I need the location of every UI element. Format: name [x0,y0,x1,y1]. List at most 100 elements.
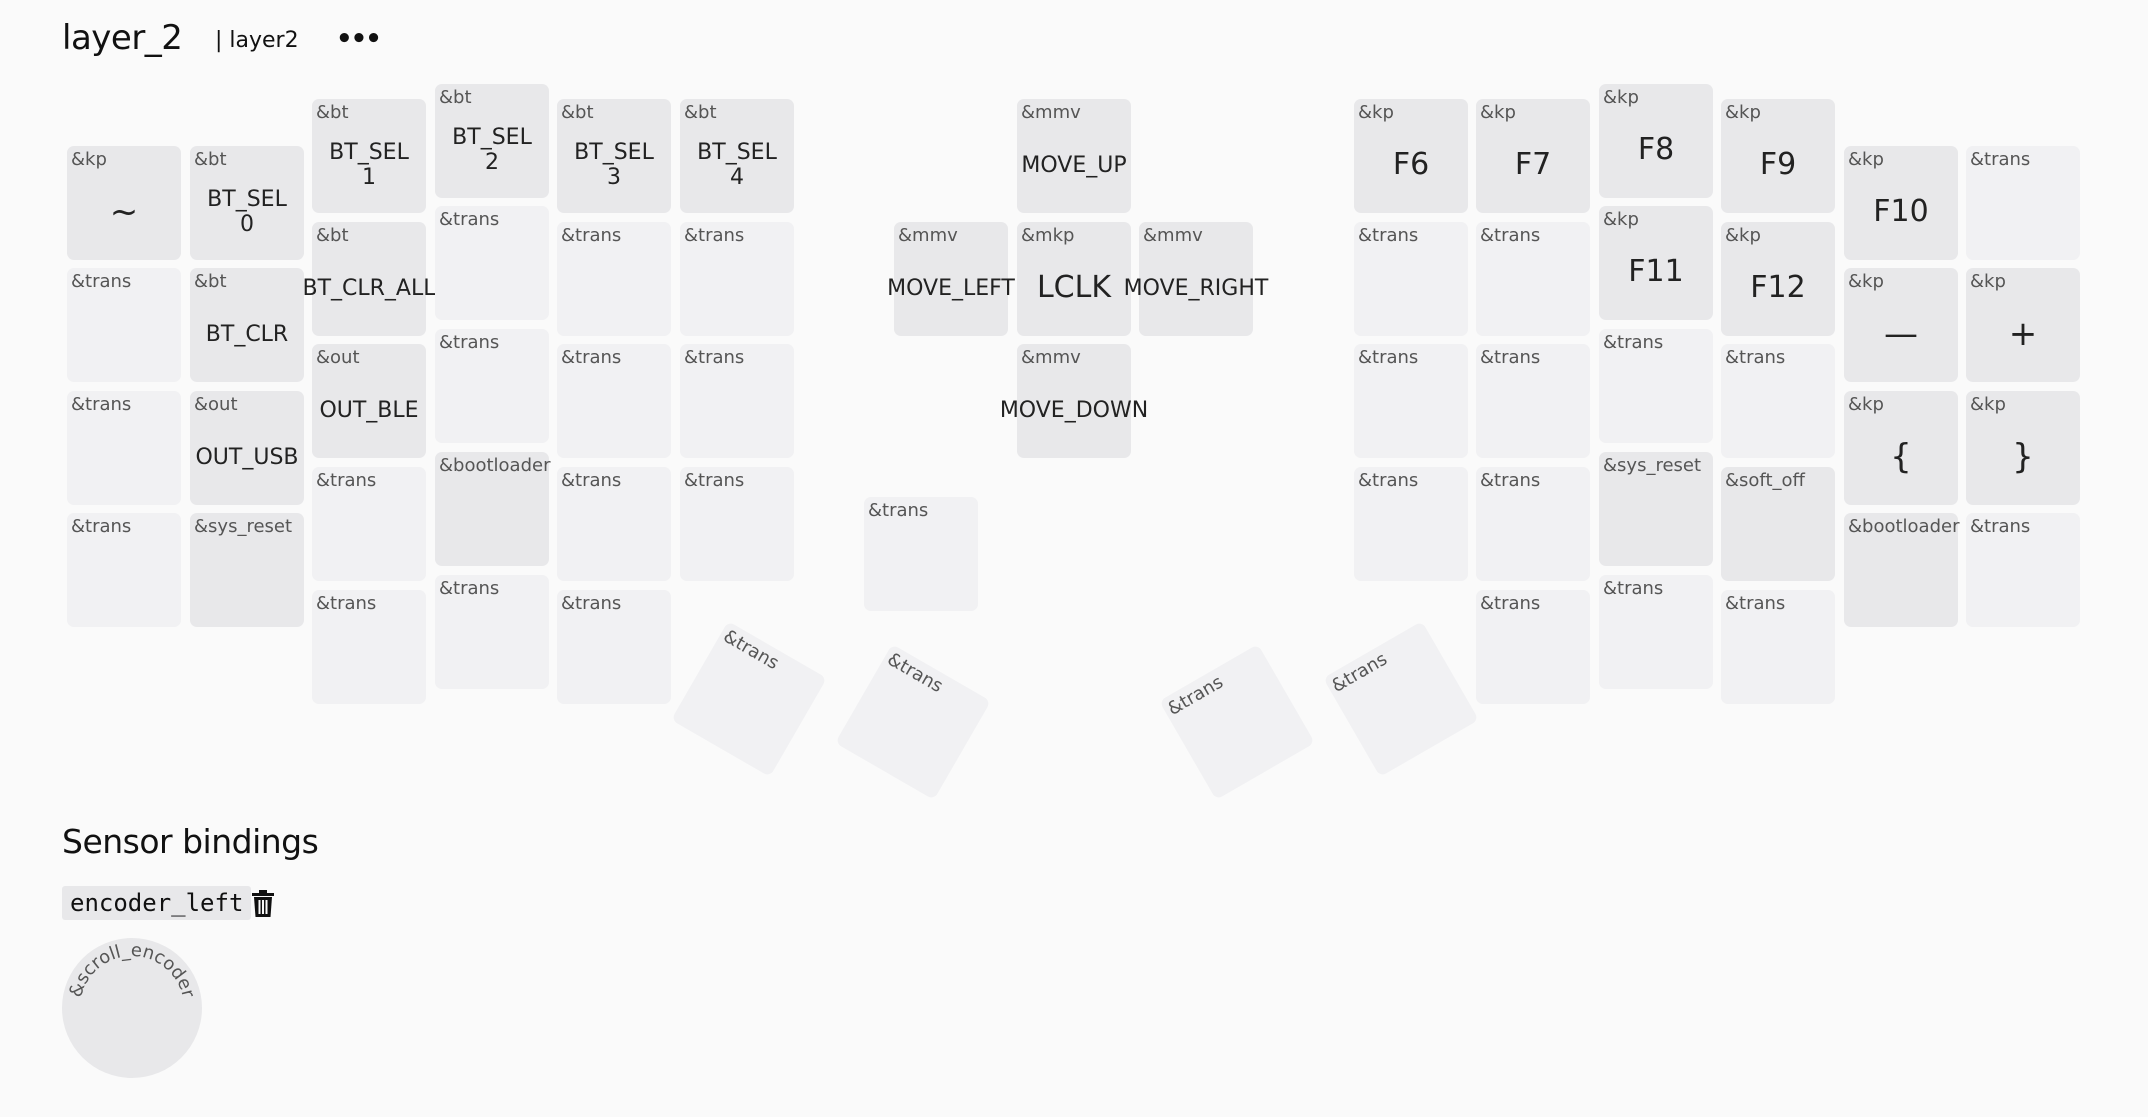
key-param: MOVE_UP [1021,152,1127,178]
key-param: } [2012,436,2034,477]
key-param: OUT_BLE [319,397,419,423]
key-45[interactable]: &bootloader [435,452,551,566]
key-25[interactable]: &kp F11 [1599,206,1713,320]
key-24[interactable]: &trans [1476,222,1590,336]
key-63[interactable]: &trans [1159,644,1315,800]
key-30[interactable]: &out OUT_USB [190,391,304,505]
key-59[interactable]: &trans [1599,575,1713,689]
key-behavior: &trans [1603,332,1664,353]
key-behavior: &trans [71,271,132,292]
svg-text:&scroll_encoder: &scroll_encoder [65,940,199,1000]
key-param: MOVE_DOWN [999,397,1149,423]
key-behavior: &trans [1480,470,1541,491]
key-8[interactable]: &kp F6 [1354,99,1468,213]
key-behavior: &trans [684,347,745,368]
key-11[interactable]: &kp F9 [1721,99,1835,213]
key-param: MOVE_RIGHT [1123,275,1269,301]
key-33[interactable]: &trans [557,344,671,458]
key-param: + [2008,313,2038,354]
key-behavior: &trans [1358,470,1419,491]
key-15[interactable]: &bt BT_CLR [190,268,304,382]
key-26[interactable]: &kp F12 [1721,222,1835,336]
key-60[interactable]: &trans [1721,590,1835,704]
key-32[interactable]: &trans [435,329,549,443]
key-behavior: &trans [561,593,622,614]
key-49[interactable]: &trans [1354,467,1468,581]
key-29[interactable]: &trans [67,391,181,505]
key-28[interactable]: &kp + [1966,268,2080,382]
key-62[interactable]: &trans [835,644,991,800]
key-behavior: &trans [883,648,947,698]
key-21[interactable]: &mkp LCLK [1017,222,1131,336]
key-23[interactable]: &trans [1354,222,1468,336]
key-31[interactable]: &out OUT_BLE [312,344,426,458]
key-40[interactable]: &kp{ [1844,391,1958,505]
key-22[interactable]: &mmv MOVE_RIGHT [1124,222,1268,336]
key-52[interactable]: &soft_off [1721,467,1835,581]
key-7[interactable]: &mmv MOVE_UP [1017,99,1131,213]
encoder-binding-label-svg: &scroll_encoder [65,940,199,1000]
key-behavior: &trans [868,500,929,521]
key-behavior: &trans [1480,593,1541,614]
key-behavior: &trans [1603,578,1664,599]
key-19[interactable]: &trans [680,222,794,336]
key-34[interactable]: &trans [680,344,794,458]
key-56[interactable]: &trans [435,575,549,689]
key-48[interactable]: &trans [864,497,978,611]
key-61[interactable]: &trans [671,621,827,777]
key-64[interactable]: &trans [1323,621,1479,777]
key-4[interactable]: &bt BT_SEL 2 [435,84,549,198]
key-behavior: &soft_off [1725,470,1805,491]
key-16[interactable]: &bt BT_CLR_ALL [303,222,436,336]
key-2[interactable]: &bt BT_SEL 0 [190,146,304,260]
key-51[interactable]: &sys_reset [1599,452,1713,566]
key-53[interactable]: &bootloader [1844,513,1960,627]
key-50[interactable]: &trans [1476,467,1590,581]
key-18[interactable]: &trans [557,222,671,336]
key-behavior: &trans [1725,347,1786,368]
key-5[interactable]: &bt BT_SEL 3 [557,99,671,213]
sensor-name: encoder_left [62,886,252,920]
key-12[interactable]: &kp F10 [1844,146,1958,260]
key-13[interactable]: &trans [1966,146,2080,260]
key-behavior: &bootloader [1848,516,1960,537]
key-58[interactable]: &trans [1476,590,1590,704]
key-43[interactable]: &sys_reset [190,513,304,627]
key-param: BT_SEL 4 [697,140,777,190]
key-behavior: &trans [439,332,500,353]
key-44[interactable]: &trans [312,467,426,581]
key-20[interactable]: &mmv MOVE_LEFT [887,222,1015,336]
key-behavior: &trans [1328,648,1391,697]
key-3[interactable]: &bt BT_SEL 1 [312,99,426,213]
encoder-knob[interactable]: &scroll_encoder [62,938,202,1078]
key-behavior: &trans [71,394,132,415]
key-behavior: &trans [1970,149,2031,170]
key-14[interactable]: &trans [67,268,181,382]
key-42[interactable]: &trans [67,513,181,627]
key-behavior: &trans [1480,225,1541,246]
key-17[interactable]: &trans [435,206,549,320]
trash-icon[interactable] [251,890,275,918]
key-55[interactable]: &trans [312,590,426,704]
key-behavior: &sys_reset [1603,455,1702,476]
key-9[interactable]: &kp F7 [1476,99,1590,213]
key-37[interactable]: &trans [1476,344,1590,458]
key-behavior: &trans [561,347,622,368]
key-46[interactable]: &trans [557,467,671,581]
key-6[interactable]: &bt BT_SEL 4 [680,99,794,213]
key-54[interactable]: &trans [1966,513,2080,627]
key-47[interactable]: &trans [680,467,794,581]
key-41[interactable]: &kp} [1966,391,2080,505]
key-1[interactable]: &kp ~ [67,146,181,260]
key-param: BT_CLR_ALL [302,275,436,301]
key-10[interactable]: &kp F8 [1599,84,1713,198]
key-behavior: &trans [1358,347,1419,368]
key-behavior: &trans [71,516,132,537]
key-36[interactable]: &trans [1354,344,1468,458]
key-35[interactable]: &mmv MOVE_DOWN [1000,344,1148,458]
key-behavior: &trans [316,593,377,614]
key-38[interactable]: &trans [1599,329,1713,443]
key-39[interactable]: &trans [1721,344,1835,458]
key-57[interactable]: &trans [557,590,671,704]
key-27[interactable]: &kp — [1844,268,1958,382]
